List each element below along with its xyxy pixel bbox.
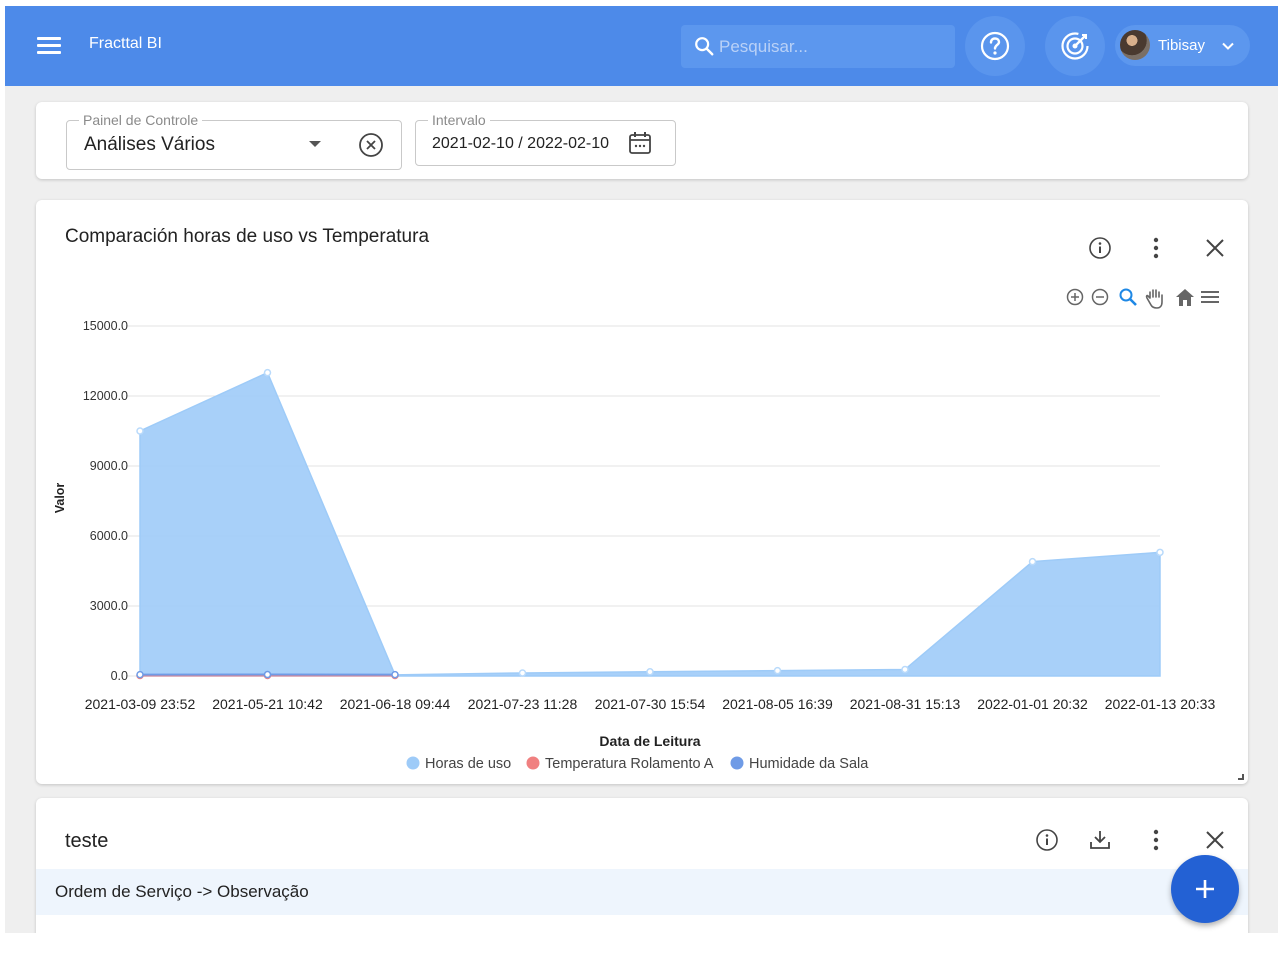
avatar — [1120, 30, 1150, 60]
legend-marker — [526, 756, 540, 770]
legend-item: Humidade da Sala — [749, 756, 869, 772]
table-header-row: Ordem de Serviço -> Observação — [36, 869, 1248, 915]
y-tick-label: 15000.0 — [83, 319, 128, 333]
dashboard-select-value: Análises Vários — [84, 134, 215, 155]
user-menu[interactable]: Tibisay — [1115, 25, 1250, 66]
user-name: Tibisay — [1158, 37, 1205, 54]
data-point — [263, 368, 272, 377]
data-point — [518, 669, 527, 677]
menu-icon[interactable] — [37, 34, 63, 56]
legend-item: Horas de uso — [425, 756, 511, 772]
y-axis-label: Valor — [53, 483, 67, 514]
x-tick-label: 2022-01-13 20:33 — [1105, 696, 1216, 712]
table-widget: teste Ordem de Serviço -> Observação — [36, 798, 1248, 933]
x-tick-label: 2021-07-23 11:28 — [468, 696, 578, 712]
data-point — [263, 670, 272, 679]
x-tick-label: 2021-07-30 15:54 — [595, 696, 706, 712]
calendar-icon[interactable] — [627, 130, 653, 156]
table-title: teste — [65, 830, 109, 852]
y-tick-label: 12000.0 — [83, 389, 128, 403]
x-tick-label: 2021-08-31 15:13 — [850, 696, 961, 712]
data-point — [136, 670, 144, 679]
data-point — [391, 670, 399, 679]
y-tick-label: 3000.0 — [90, 599, 128, 613]
goals-button[interactable] — [1045, 16, 1105, 76]
dashboard-select[interactable]: Painel de Controle Análises Vários — [66, 112, 402, 170]
search-box[interactable] — [681, 25, 955, 68]
target-icon — [1061, 32, 1089, 60]
download-icon[interactable] — [1088, 828, 1112, 852]
y-tick-label: 9000.0 — [90, 459, 128, 473]
table-column-header[interactable]: Ordem de Serviço -> Observação — [55, 882, 309, 902]
x-tick-label: 2021-08-05 16:39 — [722, 696, 833, 712]
add-icon — [1196, 880, 1214, 898]
legend-marker — [406, 756, 420, 770]
filter-panel: Painel de Controle Análises Vários Inter… — [36, 102, 1248, 179]
x-tick-label: 2021-05-21 10:42 — [212, 696, 323, 712]
y-tick-label: 0.0 — [111, 669, 128, 683]
chart-widget: Comparación horas de uso vs Temperatura … — [36, 200, 1248, 784]
more-vert-icon[interactable] — [1146, 828, 1166, 852]
data-point — [646, 668, 654, 676]
data-point — [1156, 548, 1164, 557]
info-icon[interactable] — [1035, 828, 1059, 852]
help-icon — [980, 31, 1010, 61]
add-widget-button[interactable] — [1171, 855, 1239, 923]
area-chart: 15000.0 12000.0 9000.0 6000.0 3000.0 0.0 2021-… — [53, 319, 1216, 772]
app-window: Fracttal BI Tibisay Painel de Controle A… — [5, 6, 1278, 933]
x-tick-label: 2022-01-01 20:32 — [977, 696, 1088, 712]
resize-handle[interactable] — [1238, 774, 1244, 780]
data-point — [773, 666, 782, 675]
app-title: Fracttal BI — [89, 35, 162, 52]
dashboard-select-label: Painel de Controle — [79, 112, 203, 128]
interval-field[interactable]: Intervalo 2021-02-10 / 2022-02-10 — [415, 112, 676, 166]
data-point — [1028, 557, 1037, 566]
close-icon[interactable] — [1203, 828, 1227, 852]
data-point — [136, 427, 144, 435]
interval-value: 2021-02-10 / 2022-02-10 — [432, 135, 610, 152]
x-tick-label: 2021-06-18 09:44 — [340, 696, 451, 712]
data-point — [901, 665, 909, 674]
interval-label: Intervalo — [428, 112, 490, 128]
clear-icon[interactable] — [358, 132, 384, 158]
chevron-down-icon — [1222, 42, 1234, 50]
help-button[interactable] — [965, 16, 1025, 76]
legend-marker — [730, 756, 744, 770]
top-app-bar: Fracttal BI Tibisay — [5, 6, 1278, 86]
x-axis-label: Data de Leitura — [599, 733, 700, 749]
search-input[interactable] — [719, 34, 939, 60]
x-tick-label: 2021-03-09 23:52 — [85, 696, 196, 712]
series-area-1 — [139, 371, 1161, 677]
y-tick-label: 6000.0 — [90, 529, 128, 543]
search-icon — [695, 37, 714, 56]
legend-item: Temperatura Rolamento A — [545, 756, 714, 772]
caret-down-icon[interactable] — [309, 141, 321, 147]
